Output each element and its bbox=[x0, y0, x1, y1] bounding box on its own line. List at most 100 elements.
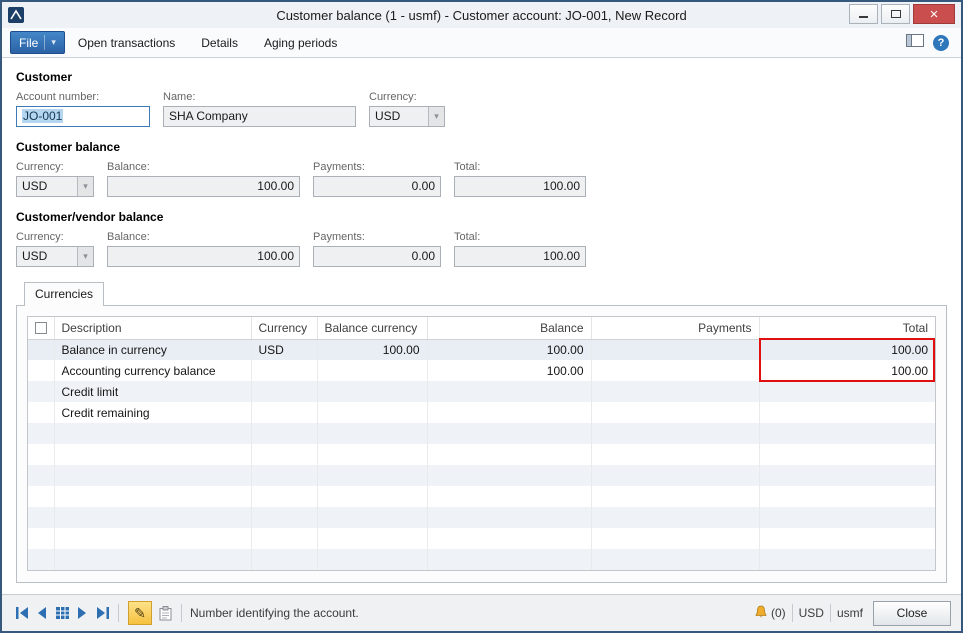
cv-currency-select[interactable]: USD ▾ bbox=[16, 246, 94, 267]
tabstrip: Currencies bbox=[16, 281, 947, 305]
app-icon bbox=[8, 7, 24, 23]
form-content: Customer Account number: JO-001 Name: SH… bbox=[2, 58, 961, 594]
status-help-text: Number identifying the account. bbox=[190, 606, 359, 620]
customer-vendor-balance-field-row: Currency: USD ▾ Balance: 100.00 Payments… bbox=[16, 231, 947, 267]
table-row[interactable] bbox=[28, 465, 935, 486]
maximize-button[interactable] bbox=[881, 4, 910, 24]
window-layout-icon[interactable] bbox=[906, 34, 924, 52]
column-header-currency: Currency bbox=[251, 317, 317, 339]
window-title: Customer balance (1 - usmf) - Customer a… bbox=[2, 8, 961, 23]
cv-payments-field-group: Payments: 0.00 bbox=[313, 231, 441, 267]
last-record-button[interactable] bbox=[92, 602, 112, 624]
table-row[interactable] bbox=[28, 528, 935, 549]
balance-currency-value: USD bbox=[22, 179, 47, 193]
total-field-group: Total: 100.00 bbox=[454, 161, 586, 197]
window-controls: × bbox=[849, 4, 955, 24]
table-row[interactable] bbox=[28, 423, 935, 444]
statusbar-divider bbox=[830, 604, 831, 622]
balance-input[interactable]: 100.00 bbox=[107, 176, 300, 197]
table-row[interactable] bbox=[28, 507, 935, 528]
balance-currency-label: Currency: bbox=[16, 161, 94, 173]
edit-record-button[interactable]: ✎ bbox=[128, 601, 152, 625]
customer-currency-label: Currency: bbox=[369, 91, 445, 103]
name-input[interactable]: SHA Company bbox=[163, 106, 356, 127]
cv-currency-field-group: Currency: USD ▾ bbox=[16, 231, 94, 267]
payments-label: Payments: bbox=[313, 161, 441, 173]
customer-currency-select[interactable]: USD ▾ bbox=[369, 106, 445, 127]
cv-currency-value: USD bbox=[22, 249, 47, 263]
notifications-count: (0) bbox=[771, 606, 786, 620]
account-number-field-group: Account number: JO-001 bbox=[16, 91, 150, 127]
chevron-down-icon[interactable]: ▾ bbox=[77, 177, 93, 196]
balance-currency-select[interactable]: USD ▾ bbox=[16, 176, 94, 197]
notifications-button[interactable]: (0) bbox=[754, 605, 786, 622]
account-number-value: JO-001 bbox=[22, 109, 63, 123]
bell-icon bbox=[754, 605, 768, 622]
table-row[interactable] bbox=[28, 486, 935, 507]
menu-item-details[interactable]: Details bbox=[188, 36, 251, 50]
table-row[interactable]: Accounting currency balance 100.00 100.0… bbox=[28, 360, 935, 381]
grid-view-button[interactable] bbox=[52, 602, 72, 624]
customer-balance-field-row: Currency: USD ▾ Balance: 100.00 Payments… bbox=[16, 161, 947, 197]
titlebar: Customer balance (1 - usmf) - Customer a… bbox=[2, 2, 961, 28]
table-row[interactable] bbox=[28, 444, 935, 465]
first-record-button[interactable] bbox=[12, 602, 32, 624]
cv-balance-field-group: Balance: 100.00 bbox=[107, 231, 300, 267]
payments-field-group: Payments: 0.00 bbox=[313, 161, 441, 197]
grid-header-row: Description Currency Balance currency Ba… bbox=[28, 317, 935, 339]
chevron-down-icon[interactable]: ▾ bbox=[77, 247, 93, 266]
customer-currency-field-group: Currency: USD ▾ bbox=[369, 91, 445, 127]
minimize-button[interactable] bbox=[849, 4, 878, 24]
previous-record-button[interactable] bbox=[32, 602, 52, 624]
close-button[interactable]: Close bbox=[873, 601, 951, 626]
column-header-balance-currency: Balance currency bbox=[317, 317, 427, 339]
section-heading-customer-balance: Customer balance bbox=[16, 140, 947, 154]
name-label: Name: bbox=[163, 91, 356, 103]
menu-item-open-transactions[interactable]: Open transactions bbox=[65, 36, 188, 50]
table-row[interactable]: Balance in currency USD 100.00 100.00 10… bbox=[28, 339, 935, 360]
select-all-checkbox[interactable] bbox=[35, 322, 47, 334]
balance-currency-field-group: Currency: USD ▾ bbox=[16, 161, 94, 197]
customer-currency-value: USD bbox=[375, 109, 400, 123]
section-heading-customer-vendor-balance: Customer/vendor balance bbox=[16, 210, 947, 224]
cv-payments-label: Payments: bbox=[313, 231, 441, 243]
currencies-tab-page: Description Currency Balance currency Ba… bbox=[16, 305, 947, 583]
statusbar-divider bbox=[792, 604, 793, 622]
help-icon[interactable]: ? bbox=[933, 35, 949, 51]
customer-field-row: Account number: JO-001 Name: SHA Company… bbox=[16, 91, 947, 127]
cv-total-field-group: Total: 100.00 bbox=[454, 231, 586, 267]
table-row[interactable]: Credit remaining bbox=[28, 402, 935, 423]
statusbar-right: (0) USD usmf Close bbox=[754, 601, 951, 626]
menu-item-aging-periods[interactable]: Aging periods bbox=[251, 36, 350, 50]
cv-balance-input[interactable]: 100.00 bbox=[107, 246, 300, 267]
payments-input[interactable]: 0.00 bbox=[313, 176, 441, 197]
cv-balance-label: Balance: bbox=[107, 231, 300, 243]
file-menu-button[interactable]: File ▾ bbox=[10, 31, 65, 54]
account-number-input[interactable]: JO-001 bbox=[16, 106, 150, 127]
close-window-button[interactable]: × bbox=[913, 4, 955, 24]
chevron-down-icon[interactable]: ▾ bbox=[428, 107, 444, 126]
paste-button[interactable] bbox=[155, 602, 175, 624]
statusbar: ✎ Number identifying the account. (0) US… bbox=[2, 594, 961, 631]
customer-balance-window: Customer balance (1 - usmf) - Customer a… bbox=[0, 0, 963, 633]
cv-payments-input[interactable]: 0.00 bbox=[313, 246, 441, 267]
total-label: Total: bbox=[454, 161, 586, 173]
minimize-icon bbox=[859, 16, 868, 18]
table-row[interactable] bbox=[28, 549, 935, 570]
cv-total-input[interactable]: 100.00 bbox=[454, 246, 586, 267]
pencil-icon: ✎ bbox=[134, 605, 146, 622]
next-record-button[interactable] bbox=[72, 602, 92, 624]
maximize-icon bbox=[891, 10, 901, 18]
tab-currencies[interactable]: Currencies bbox=[24, 282, 104, 306]
file-menu-label: File bbox=[19, 36, 38, 50]
currencies-grid: Description Currency Balance currency Ba… bbox=[27, 316, 936, 571]
column-header-description: Description bbox=[54, 317, 251, 339]
statusbar-divider bbox=[118, 604, 119, 622]
cv-total-label: Total: bbox=[454, 231, 586, 243]
total-input[interactable]: 100.00 bbox=[454, 176, 586, 197]
column-header-total: Total bbox=[759, 317, 935, 339]
menubar: File ▾ Open transactions Details Aging p… bbox=[2, 28, 961, 58]
chevron-down-icon: ▾ bbox=[51, 37, 56, 48]
table-row[interactable]: Credit limit bbox=[28, 381, 935, 402]
balance-label: Balance: bbox=[107, 161, 300, 173]
